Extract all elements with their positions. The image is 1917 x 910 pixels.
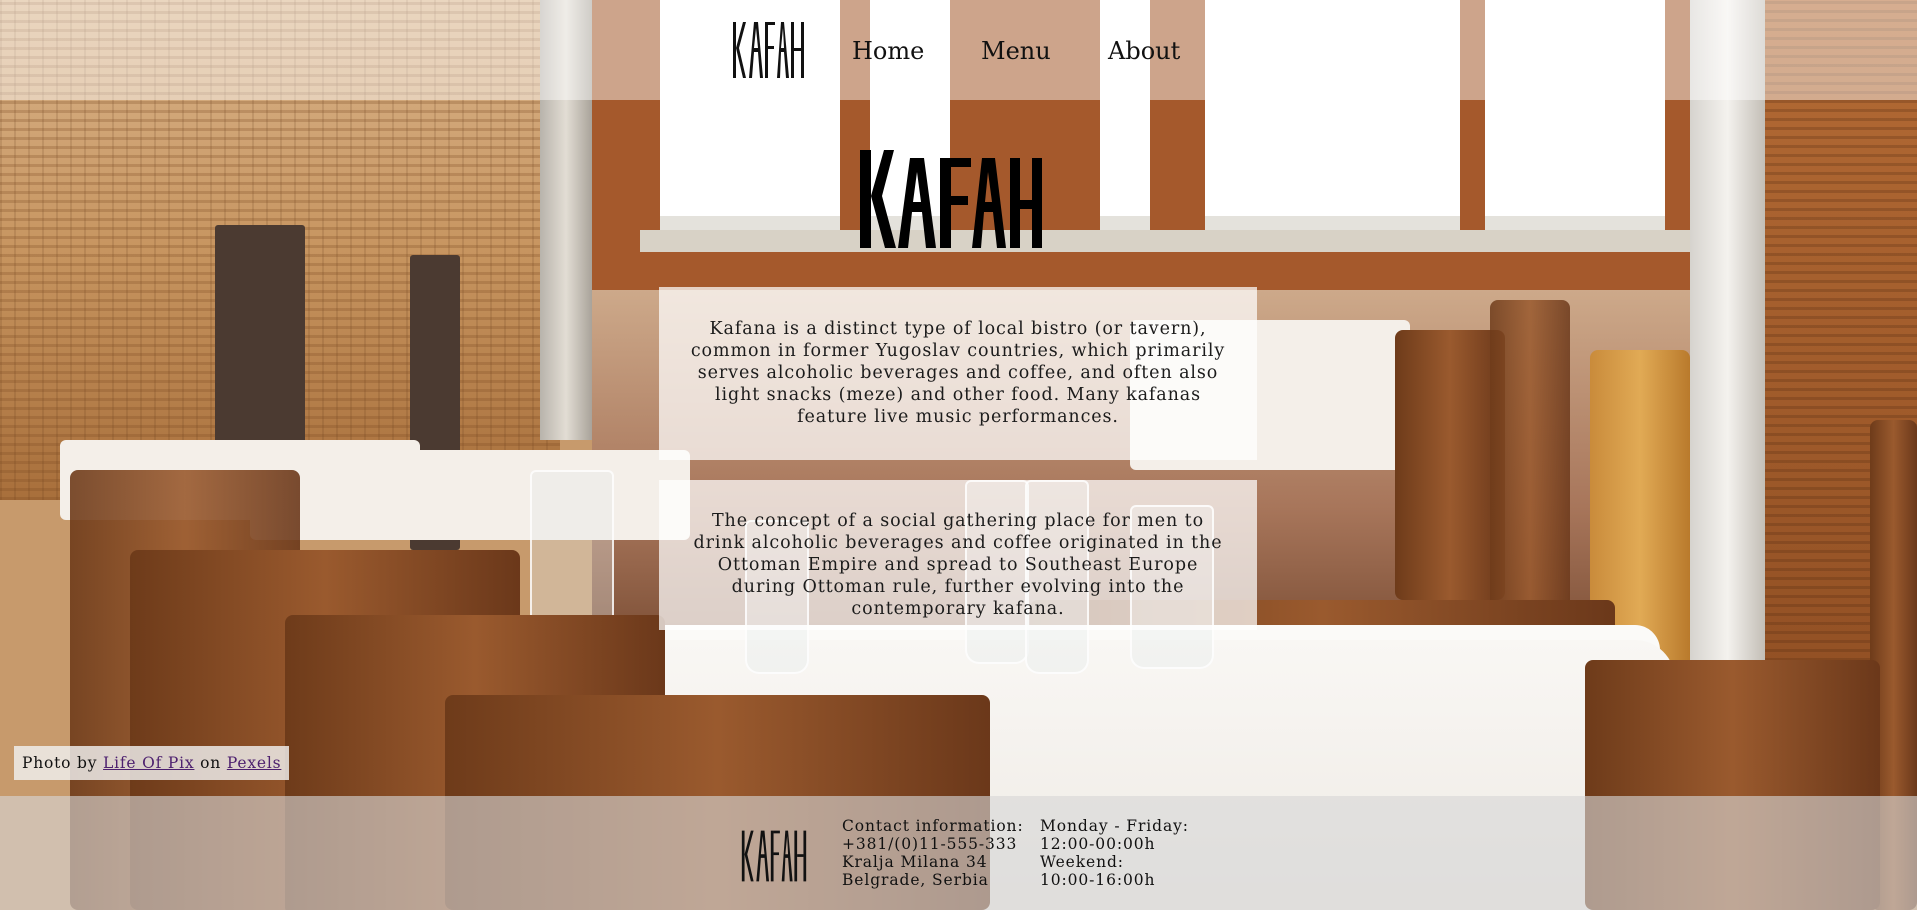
contact-phone: +381/(0)11-555-333 bbox=[842, 835, 1018, 853]
history-panel: The concept of a social gathering place … bbox=[659, 480, 1257, 630]
bg-window-sill bbox=[640, 230, 1690, 252]
hours-weekday-label: Monday - Friday: bbox=[1040, 817, 1189, 835]
intro-panel: Kafana is a distinct type of local bistr… bbox=[659, 287, 1257, 460]
nav-link-about[interactable]: About bbox=[1108, 37, 1180, 65]
page: Home Menu About Kafana is a distinct typ… bbox=[0, 0, 1917, 910]
footer-logo-icon bbox=[741, 830, 807, 882]
hours-weekend-label: Weekend: bbox=[1040, 853, 1124, 871]
bg-menu-card bbox=[215, 225, 305, 465]
hero-logo-icon bbox=[860, 150, 1042, 248]
nav-link-home[interactable]: Home bbox=[852, 37, 924, 65]
kafana-logo-icon[interactable] bbox=[731, 18, 806, 82]
bg-table bbox=[250, 450, 690, 540]
credit-prefix: Photo by bbox=[22, 754, 98, 772]
history-paragraph: The concept of a social gathering place … bbox=[693, 511, 1223, 619]
intro-paragraph: Kafana is a distinct type of local bistr… bbox=[690, 319, 1226, 427]
contact-heading: Contact information: bbox=[842, 817, 1024, 835]
hours-weekend-value: 10:00-16:00h bbox=[1040, 871, 1156, 889]
contact-city: Belgrade, Serbia bbox=[842, 871, 989, 889]
bg-chair bbox=[1490, 300, 1570, 620]
footer-hours: Monday - Friday: 12:00-00:00h Weekend: 1… bbox=[1040, 817, 1189, 889]
bg-chair bbox=[1395, 330, 1505, 600]
contact-street: Kralja Milana 34 bbox=[842, 853, 988, 871]
photo-credit: Photo by Life Of Pix on Pexels bbox=[14, 746, 290, 780]
bg-post-right bbox=[1690, 0, 1765, 700]
navbar: Home Menu About bbox=[0, 0, 1917, 100]
credit-site-link[interactable]: Pexels bbox=[227, 754, 282, 772]
footer-contact: Contact information: +381/(0)11-555-333 … bbox=[842, 817, 1024, 889]
hours-weekday-value: 12:00-00:00h bbox=[1040, 835, 1156, 853]
nav-link-menu[interactable]: Menu bbox=[981, 37, 1051, 65]
credit-author-link[interactable]: Life Of Pix bbox=[103, 754, 194, 772]
credit-middle: on bbox=[200, 754, 222, 772]
